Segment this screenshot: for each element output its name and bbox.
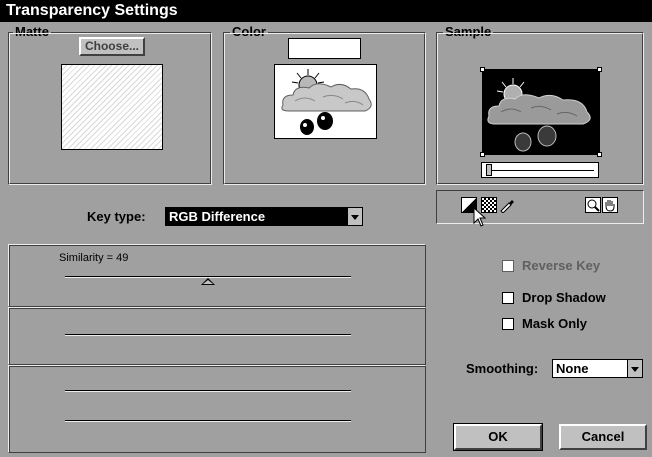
similarity-slider-track[interactable] (65, 276, 351, 277)
reverse-key-label: Reverse Key (522, 258, 601, 273)
zoom-icon[interactable] (585, 197, 601, 213)
parameter-slider-track-4 (65, 420, 351, 421)
drop-shadow-option[interactable]: Drop Shadow (502, 290, 606, 305)
crop-handle-bottom-right[interactable] (597, 152, 602, 157)
weather-icon (487, 78, 591, 152)
crop-handle-bottom-left[interactable] (480, 152, 485, 157)
key-type-label: Key type: (87, 209, 146, 224)
matte-legend: Matte (13, 24, 51, 40)
mask-only-label: Mask Only (522, 316, 588, 331)
matte-swatch[interactable] (61, 64, 163, 150)
parameter-slider-track-2 (65, 334, 351, 335)
color-legend: Color (230, 24, 268, 40)
key-type-value: RGB Difference (166, 208, 347, 225)
color-preview-image[interactable] (274, 64, 377, 139)
chevron-down-icon[interactable] (627, 360, 642, 377)
parameter-slider-track-3 (65, 390, 351, 391)
eyedropper-icon[interactable] (499, 197, 515, 214)
chevron-down-icon[interactable] (347, 208, 362, 225)
smoothing-select[interactable]: None (552, 359, 643, 378)
similarity-panel: Similarity = 49 (8, 244, 426, 307)
similarity-slider-thumb[interactable] (201, 278, 215, 285)
arrow-cursor-icon (473, 207, 487, 227)
reverse-key-option[interactable]: Reverse Key (502, 258, 600, 273)
crop-handle-top-right[interactable] (597, 67, 602, 72)
smoothing-value: None (553, 360, 627, 377)
slider-thumb[interactable] (486, 164, 492, 176)
mask-only-checkbox[interactable] (502, 317, 514, 330)
sample-time-slider[interactable] (481, 162, 599, 178)
similarity-label: Similarity = 49 (59, 252, 129, 264)
key-type-select[interactable]: RGB Difference (165, 207, 363, 226)
mask-only-option[interactable]: Mask Only (502, 316, 587, 331)
weather-icon (281, 69, 372, 135)
cancel-button[interactable]: Cancel (559, 424, 647, 450)
slider-line (492, 170, 594, 171)
sample-preview-image[interactable] (480, 67, 602, 157)
reverse-key-checkbox[interactable] (502, 259, 514, 272)
ok-button[interactable]: OK (454, 424, 542, 450)
parameter-panel-3 (8, 365, 426, 453)
crop-handle-top-left[interactable] (480, 67, 485, 72)
window-title: Transparency Settings (6, 2, 178, 19)
drop-shadow-checkbox[interactable] (502, 291, 514, 304)
title-bar: Transparency Settings (0, 0, 652, 22)
parameter-panel-2 (8, 307, 426, 365)
tool-strip (436, 190, 644, 224)
smoothing-label: Smoothing: (466, 361, 539, 376)
choose-button[interactable]: Choose... (79, 37, 145, 56)
color-swatch[interactable] (288, 38, 361, 59)
drop-shadow-label: Drop Shadow (522, 290, 606, 305)
hand-icon[interactable] (602, 197, 618, 213)
sample-legend: Sample (443, 24, 494, 40)
